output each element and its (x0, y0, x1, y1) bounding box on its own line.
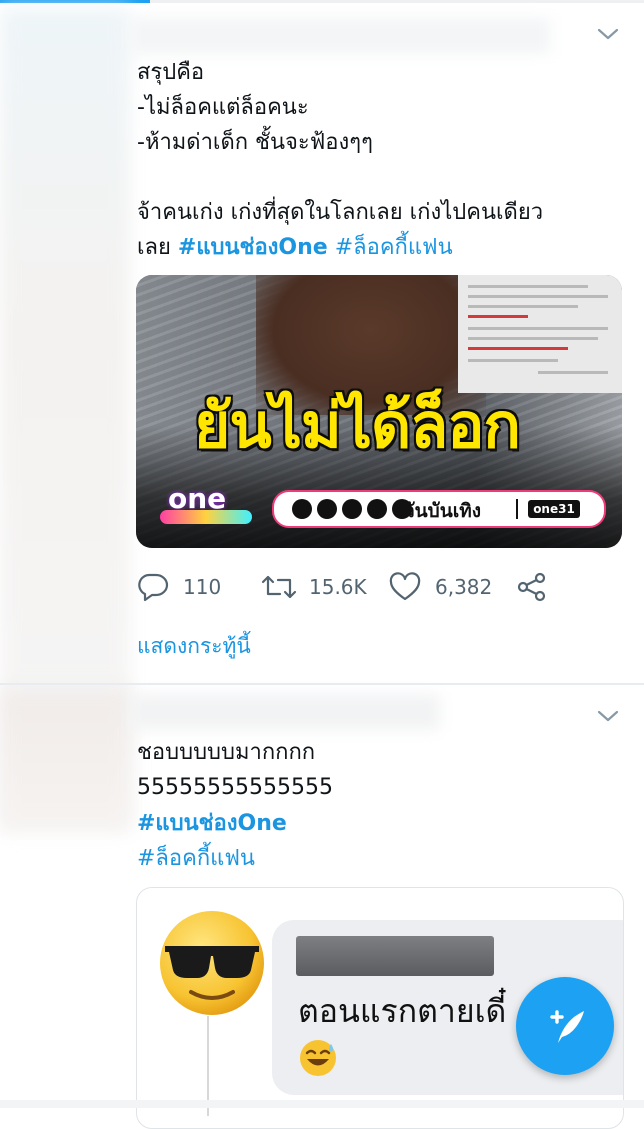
blurred-avatar-2 (0, 690, 130, 830)
speech-bubble-icon (137, 572, 169, 602)
twitter-icon (317, 499, 337, 519)
reply-button[interactable]: 110 (137, 570, 221, 604)
compose-tweet-button[interactable] (516, 977, 614, 1075)
retweet-button[interactable]: 15.6K (261, 570, 367, 604)
tweet-1-line-1: สรุปคือ (137, 60, 205, 85)
hashtag-link[interactable]: #แบนช่องOne (137, 806, 287, 841)
instagram-icon (342, 499, 362, 519)
social-label: วันบันเทิง (404, 500, 482, 522)
tweet-1-line-2: -ไม่ล็อคแต่ล็อคนะ (137, 95, 309, 120)
sunglasses-emoji-icon (157, 908, 267, 1018)
hashtag-link[interactable]: #แบนช่องOne (178, 235, 328, 260)
tiktok-icon (367, 499, 387, 519)
tweet-1-line-6: เลย #แบนช่องOne #ล็อคกี้แฟน (137, 230, 453, 265)
media-document-image (458, 275, 622, 393)
hashtag-link[interactable]: #ล็อคกี้แฟน (137, 841, 255, 876)
show-thread-link[interactable]: แสดงกระทู้นี้ (137, 630, 251, 663)
social-separator (516, 499, 518, 519)
tweet-menu-chevron-down-icon[interactable] (596, 708, 620, 724)
social-handles-bar: วันบันเทิง one31 (272, 490, 606, 528)
tweet-1-line-5: จ้าคนเก่ง เก่งที่สุดในโลกเลย เก่งไปคนเดี… (137, 200, 544, 225)
channel-logo: one (156, 482, 256, 526)
tweet-2-line-2: 55555555555555 (137, 775, 333, 800)
tweet-1-line-3: -ห้ามด่าเด็ก ชั้นจะฟ้องๆๆ (137, 130, 373, 155)
share-icon (517, 572, 547, 602)
blurred-user-header-1 (130, 18, 550, 54)
facebook-icon (292, 499, 312, 519)
top-progress-accent (0, 0, 150, 3)
comment-text: ตอนแรกตายเดี๋ (298, 992, 507, 1030)
top-progress-line (0, 0, 644, 3)
tweet-2-line-1: ชอบบบบบมากกกก (137, 740, 316, 765)
channel-logo-rainbow (160, 510, 252, 524)
retweet-count: 15.6K (309, 575, 367, 599)
bottom-edge (0, 1100, 644, 1108)
hashtag-link[interactable]: #ล็อคกี้แฟน (335, 235, 453, 260)
blurred-user-header-2 (130, 694, 440, 730)
retweet-icon (261, 572, 297, 602)
media-headline-text: ยันไม่ได้ล็อก (194, 389, 521, 462)
like-button[interactable]: 6,382 (389, 570, 492, 604)
brand-badge: one31 (528, 500, 580, 518)
reply-count: 110 (183, 575, 222, 599)
tweet-menu-chevron-down-icon[interactable] (596, 26, 620, 42)
tweet-1-line-prefix: เลย (137, 235, 171, 260)
heart-icon (389, 572, 421, 602)
share-button[interactable] (517, 570, 547, 604)
tweet-media-image[interactable]: ยันไม่ได้ล็อก one วันบันเทิง one31 (136, 275, 622, 548)
sweat-smile-emoji-icon (298, 1038, 338, 1078)
social-icons-row (292, 499, 412, 519)
tweet-divider (0, 683, 644, 685)
like-count: 6,382 (435, 575, 493, 599)
redacted-name-bar (296, 936, 494, 976)
